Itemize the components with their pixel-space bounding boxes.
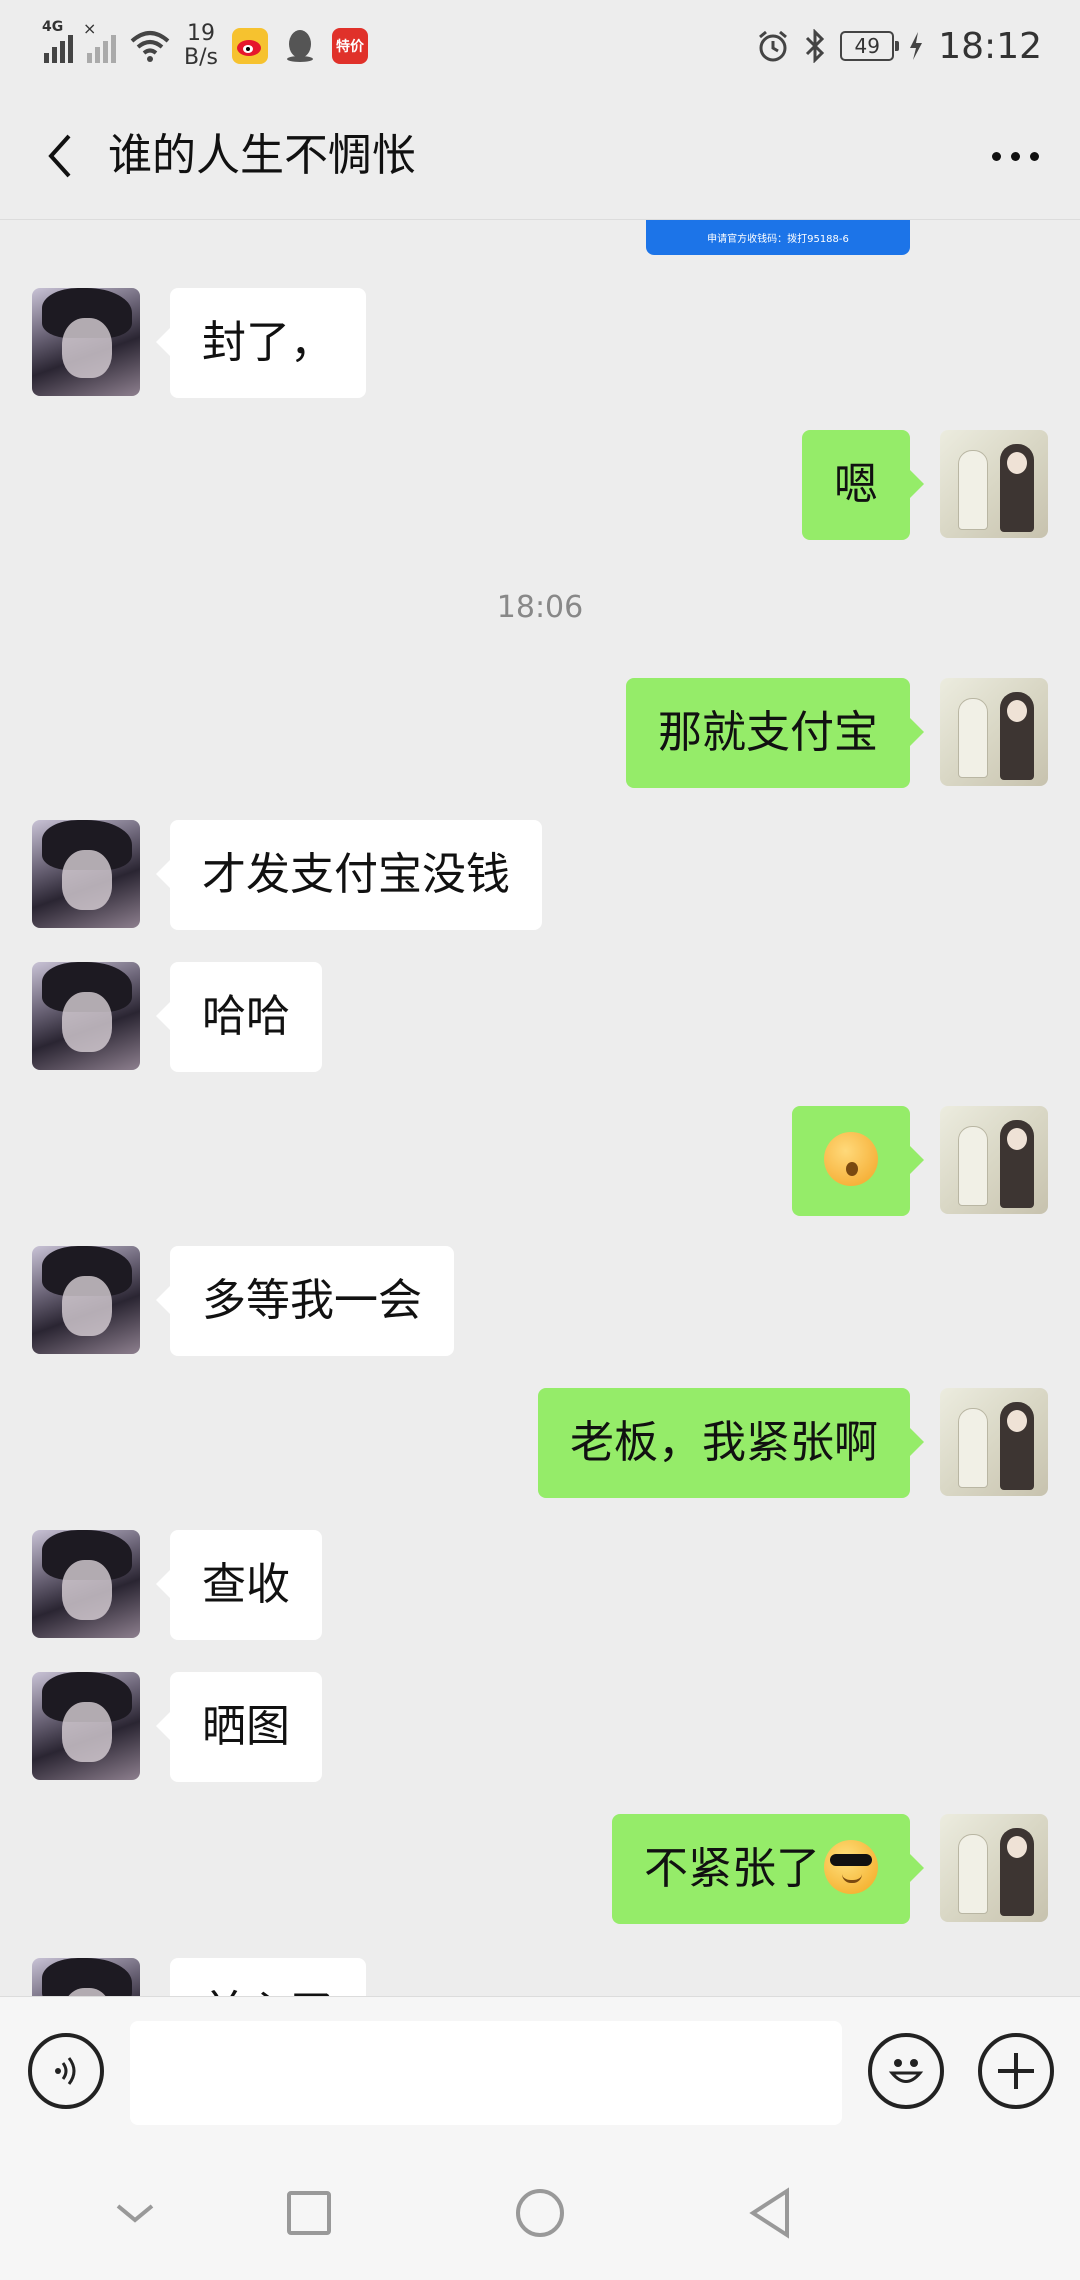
message-row: 才发支付宝没钱 <box>0 820 1080 930</box>
back-nav-button[interactable] <box>735 2178 805 2248</box>
hide-nav-button[interactable] <box>100 2178 170 2248</box>
battery-level: 49 <box>854 34 880 58</box>
tejia-icon: 特价 <box>331 28 368 64</box>
received-message-bubble[interactable]: 前心了 <box>170 1958 366 1996</box>
qq-icon <box>282 28 318 64</box>
more-options-button[interactable] <box>980 126 1050 186</box>
square-icon <box>287 2191 331 2235</box>
payment-card-text: 申请官方收钱码：拨打95188-6 <box>707 234 849 245</box>
message-row: 晒图 <box>0 1672 1080 1782</box>
my-avatar[interactable] <box>940 430 1048 538</box>
message-row: 那就支付宝 <box>0 678 1080 788</box>
circle-icon <box>516 2189 564 2237</box>
payment-card-message[interactable]: 申请官方收钱码：拨打95188-6 <box>646 220 910 255</box>
alarm-icon <box>759 30 788 62</box>
message-row: 嗯 <box>0 430 1080 540</box>
received-message-bubble[interactable]: 才发支付宝没钱 <box>156 820 542 930</box>
message-row: 哈哈 <box>0 962 1080 1072</box>
back-button[interactable] <box>30 126 90 186</box>
cellular-signal-icon: 4G <box>42 19 73 63</box>
voice-icon <box>55 2057 76 2085</box>
speed-unit: B/s <box>184 45 218 70</box>
tejia-label: 特价 <box>335 39 364 55</box>
charging-icon <box>910 32 923 60</box>
wifi-icon <box>130 31 170 62</box>
input-bar <box>0 1996 1080 2146</box>
smiley-icon <box>888 2059 924 2083</box>
received-message-bubble[interactable]: 多等我一会 <box>156 1246 454 1356</box>
more-functions-button[interactable] <box>978 2033 1054 2109</box>
network-speed: 19 B/s <box>184 22 218 70</box>
my-avatar[interactable] <box>940 678 1048 786</box>
home-button[interactable] <box>505 2178 575 2248</box>
more-dot-icon <box>1029 151 1039 161</box>
cellular-signal-2-icon: × <box>83 19 116 63</box>
received-message-bubble[interactable]: 晒图 <box>156 1672 322 1782</box>
my-avatar[interactable] <box>940 1106 1048 1214</box>
my-avatar[interactable] <box>940 1814 1048 1922</box>
contact-avatar[interactable] <box>32 1958 140 1996</box>
received-message-bubble[interactable]: 查收 <box>156 1530 322 1640</box>
chat-message-list[interactable]: 申请官方收钱码：拨打95188-6 封了， 嗯 18:06 那就支付宝 才发支付… <box>0 220 1080 1996</box>
sent-message-text: 不紧张了 <box>644 1843 820 1894</box>
more-dot-icon <box>1010 151 1020 161</box>
message-row: 封了， <box>0 288 1080 398</box>
my-avatar[interactable] <box>940 1388 1048 1496</box>
message-row: 不紧张了 <box>0 1814 1080 1924</box>
status-left: 4G × 19 B/s 特价 <box>42 18 368 74</box>
contact-avatar[interactable] <box>32 288 140 396</box>
chat-title: 谁的人生不惆怅 <box>108 130 416 181</box>
chevron-left-icon <box>48 134 71 178</box>
contact-avatar[interactable] <box>32 1530 140 1638</box>
battery-icon: 49 <box>840 31 900 61</box>
status-bar: 4G × 19 B/s 特价 49 18:12 <box>0 0 1080 92</box>
chat-header: 谁的人生不惆怅 <box>0 92 1080 220</box>
message-input[interactable] <box>130 2021 842 2125</box>
message-row: 多等我一会 <box>0 1246 1080 1356</box>
message-row <box>0 1106 1080 1216</box>
sent-message-bubble[interactable]: 老板，我紧张啊 <box>538 1388 924 1498</box>
sent-message-bubble[interactable] <box>792 1106 924 1216</box>
contact-avatar[interactable] <box>32 1246 140 1354</box>
triangle-back-icon <box>749 2187 789 2239</box>
sent-message-bubble[interactable]: 不紧张了 <box>612 1814 924 1924</box>
more-dot-icon <box>991 151 1001 161</box>
contact-avatar[interactable] <box>32 962 140 1070</box>
message-timestamp: 18:06 <box>496 590 584 625</box>
sunglasses-face-emoji <box>824 1840 878 1894</box>
message-row: 前心了 <box>0 1958 1080 1996</box>
chevron-down-icon <box>116 2204 154 2223</box>
network-type-label: 4G <box>42 19 64 35</box>
received-message-bubble[interactable]: 哈哈 <box>156 962 322 1072</box>
contact-avatar[interactable] <box>32 820 140 928</box>
sent-message-bubble[interactable]: 嗯 <box>802 430 924 540</box>
bluetooth-icon <box>806 29 825 63</box>
sent-message-bubble[interactable]: 那就支付宝 <box>626 678 924 788</box>
message-row: 查收 <box>0 1530 1080 1640</box>
weibo-icon <box>231 28 268 64</box>
contact-avatar[interactable] <box>32 1672 140 1780</box>
system-navigation-bar <box>0 2146 1080 2280</box>
status-time: 18:12 <box>938 25 1042 67</box>
message-row: 老板，我紧张啊 <box>0 1388 1080 1498</box>
plus-icon <box>998 2053 1034 2089</box>
recents-button[interactable] <box>274 2178 344 2248</box>
received-message-bubble[interactable]: 封了， <box>156 288 366 398</box>
status-right: 49 18:12 <box>756 18 1042 74</box>
speed-value: 19 <box>186 21 215 46</box>
emoji-button[interactable] <box>868 2033 944 2109</box>
voice-input-button[interactable] <box>28 2033 104 2109</box>
kissing-face-emoji <box>824 1132 878 1186</box>
